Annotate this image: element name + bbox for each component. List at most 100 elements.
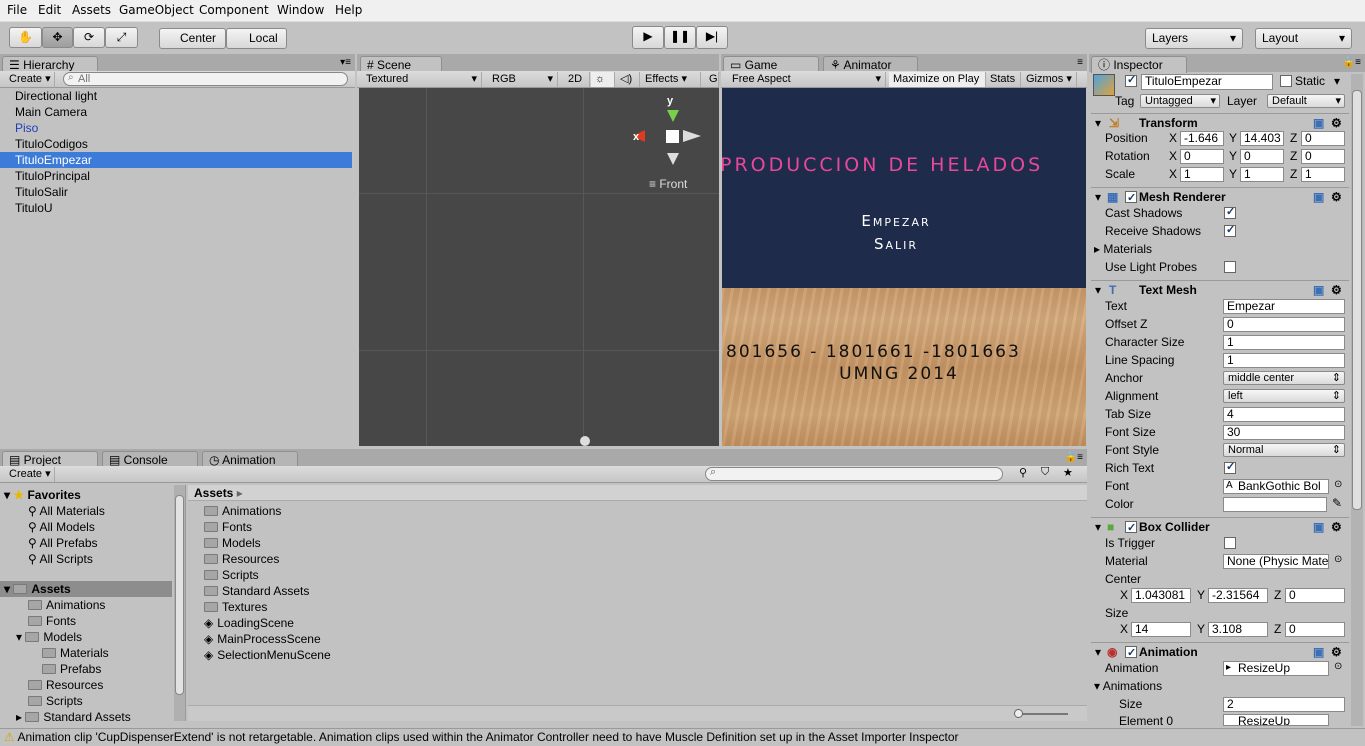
- hierarchy-search-input[interactable]: [63, 72, 348, 86]
- tab-inspector[interactable]: ⓘ Inspector: [1091, 56, 1187, 73]
- mesh-renderer-header[interactable]: ▾ ▦ Mesh Renderer ▣ ⚙: [1091, 187, 1349, 207]
- panel-menu-icon[interactable]: ≡: [1077, 57, 1083, 68]
- favorite-item[interactable]: ⚲ All Scripts: [28, 551, 93, 567]
- eyedropper-icon[interactable]: ✎: [1332, 496, 1342, 510]
- foldout-icon[interactable]: ▾: [1095, 114, 1101, 132]
- hand-tool-icon[interactable]: ✋: [9, 27, 42, 48]
- zoom-slider-thumb[interactable]: [1014, 709, 1023, 718]
- tree-folder[interactable]: ▸ Standard Assets: [16, 709, 131, 725]
- static-checkbox[interactable]: [1280, 75, 1292, 87]
- asset-folder[interactable]: Models: [204, 535, 261, 551]
- gizmos-dropdown[interactable]: Gizmos ▾: [1022, 72, 1077, 87]
- menu-assets[interactable]: Assets: [72, 3, 111, 17]
- help-icon[interactable]: ▣: [1313, 518, 1324, 536]
- gameobject-active-checkbox[interactable]: [1125, 73, 1137, 87]
- materials-foldout[interactable]: ▸ Materials: [1094, 242, 1152, 256]
- gear-icon[interactable]: ⚙: [1331, 281, 1342, 299]
- play-button[interactable]: ▶: [632, 26, 664, 49]
- status-bar[interactable]: ⚠ Animation clip 'CupDispenserExtend' is…: [0, 728, 1365, 746]
- asset-scene[interactable]: ◈ MainProcessScene: [204, 631, 321, 647]
- font-object-field[interactable]: BankGothic Bol: [1223, 479, 1329, 494]
- layout-dropdown[interactable]: Layout ▾: [1255, 28, 1352, 49]
- lighting-icon[interactable]: ☼: [591, 72, 615, 87]
- lock-icon[interactable]: 🔒≡: [1343, 57, 1361, 68]
- tab-size-field[interactable]: 4: [1223, 407, 1345, 422]
- hierarchy-item[interactable]: Directional light: [0, 88, 352, 104]
- font-size-field[interactable]: 30: [1223, 425, 1345, 440]
- tree-scrollbar[interactable]: [174, 485, 185, 721]
- position-x-field[interactable]: -1.646: [1180, 131, 1224, 146]
- toggle-2d-button[interactable]: 2D: [564, 72, 590, 87]
- anchor-dropdown[interactable]: middle center ⇕: [1223, 371, 1345, 385]
- pivot-center-button[interactable]: Center: [159, 28, 226, 49]
- menu-help[interactable]: Help: [335, 3, 362, 17]
- line-spacing-field[interactable]: 1: [1223, 353, 1345, 368]
- scrollbar-thumb[interactable]: [1352, 90, 1362, 510]
- menu-window[interactable]: Window: [277, 3, 324, 17]
- animation-header[interactable]: ▾ ◉ Animation ▣ ⚙: [1091, 642, 1349, 662]
- size-y-field[interactable]: 3.108: [1208, 622, 1268, 637]
- filter-label-icon[interactable]: ⛉: [1041, 466, 1049, 479]
- breadcrumb[interactable]: Assets ▸: [188, 485, 1087, 501]
- rotate-tool-icon[interactable]: ⟳: [73, 27, 105, 48]
- text-field[interactable]: Empezar: [1223, 299, 1345, 314]
- gear-icon[interactable]: ⚙: [1331, 188, 1342, 206]
- foldout-icon[interactable]: ▾: [1095, 188, 1101, 206]
- game-viewport[interactable]: PRODUCCION DE HELADOS Empezar Salir 8016…: [722, 88, 1086, 446]
- font-style-dropdown[interactable]: Normal ⇕: [1223, 443, 1345, 457]
- scrollbar-thumb[interactable]: [175, 495, 184, 695]
- menu-gameobject[interactable]: GameObject: [119, 3, 194, 17]
- physic-material-field[interactable]: None (Physic Mate: [1223, 554, 1329, 569]
- favorite-item[interactable]: ⚲ All Materials: [28, 503, 105, 519]
- scene-handle-icon[interactable]: [580, 436, 590, 446]
- static-dropdown-icon[interactable]: ▾: [1334, 74, 1340, 88]
- menu-file[interactable]: File: [7, 3, 27, 17]
- filter-type-icon[interactable]: ⚲: [1019, 466, 1027, 479]
- receive-shadows-checkbox[interactable]: [1224, 223, 1236, 237]
- help-icon[interactable]: ▣: [1313, 188, 1324, 206]
- tree-folder[interactable]: Prefabs: [42, 661, 101, 677]
- panel-menu-icon[interactable]: ▾≡: [340, 57, 351, 68]
- hierarchy-item[interactable]: Piso: [0, 120, 352, 136]
- assets-root[interactable]: ▾ Assets: [0, 581, 172, 597]
- asset-scene[interactable]: ◈ LoadingScene: [204, 615, 294, 631]
- inspector-scrollbar[interactable]: [1351, 74, 1363, 726]
- asset-scene[interactable]: ◈ SelectionMenuScene: [204, 647, 331, 663]
- create-dropdown[interactable]: Create ▾: [5, 72, 55, 87]
- size-x-field[interactable]: 14: [1131, 622, 1191, 637]
- scale-y-field[interactable]: 1: [1240, 167, 1284, 182]
- element-0-field[interactable]: ResizeUp: [1223, 714, 1329, 726]
- stats-toggle[interactable]: Stats: [986, 72, 1021, 87]
- effects-dropdown[interactable]: Effects ▾: [641, 72, 701, 87]
- channel-dropdown[interactable]: RGB ▾: [488, 72, 558, 87]
- tree-folder[interactable]: Scripts: [28, 693, 83, 709]
- scale-x-field[interactable]: 1: [1180, 167, 1224, 182]
- hierarchy-item[interactable]: Main Camera: [0, 104, 352, 120]
- foldout-icon[interactable]: ▾: [1095, 518, 1101, 536]
- is-trigger-checkbox[interactable]: [1224, 537, 1236, 549]
- menu-component[interactable]: Component: [199, 3, 269, 17]
- move-tool-icon[interactable]: ✥: [42, 27, 73, 48]
- tag-dropdown[interactable]: Untagged ▾: [1140, 94, 1220, 108]
- transform-header[interactable]: ▾ ⇲ Transform ▣ ⚙: [1091, 113, 1349, 131]
- scene-viewport[interactable]: y x ≡ Front: [359, 88, 719, 446]
- alignment-dropdown[interactable]: left ⇕: [1223, 389, 1345, 403]
- gizmos-dropdown[interactable]: G: [705, 72, 719, 87]
- rotation-z-field[interactable]: 0: [1301, 149, 1345, 164]
- layers-dropdown[interactable]: Layers ▾: [1145, 28, 1243, 49]
- scale-z-field[interactable]: 1: [1301, 167, 1345, 182]
- color-swatch[interactable]: [1223, 497, 1327, 512]
- asset-folder[interactable]: Resources: [204, 551, 279, 567]
- menu-edit[interactable]: Edit: [38, 3, 61, 17]
- asset-folder[interactable]: Scripts: [204, 567, 259, 583]
- view-front-label[interactable]: ≡ Front: [649, 177, 687, 191]
- foldout-icon[interactable]: ▾: [1095, 643, 1101, 661]
- tree-folder[interactable]: Materials: [42, 645, 109, 661]
- asset-folder[interactable]: Animations: [204, 503, 281, 519]
- favorite-item[interactable]: ⚲ All Models: [28, 519, 95, 535]
- help-icon[interactable]: ▣: [1313, 114, 1324, 132]
- pause-button[interactable]: ❚❚: [664, 26, 696, 49]
- hierarchy-item[interactable]: TituloPrincipal: [0, 168, 352, 184]
- cast-shadows-checkbox[interactable]: [1224, 205, 1236, 219]
- hierarchy-item[interactable]: TituloU: [0, 200, 352, 216]
